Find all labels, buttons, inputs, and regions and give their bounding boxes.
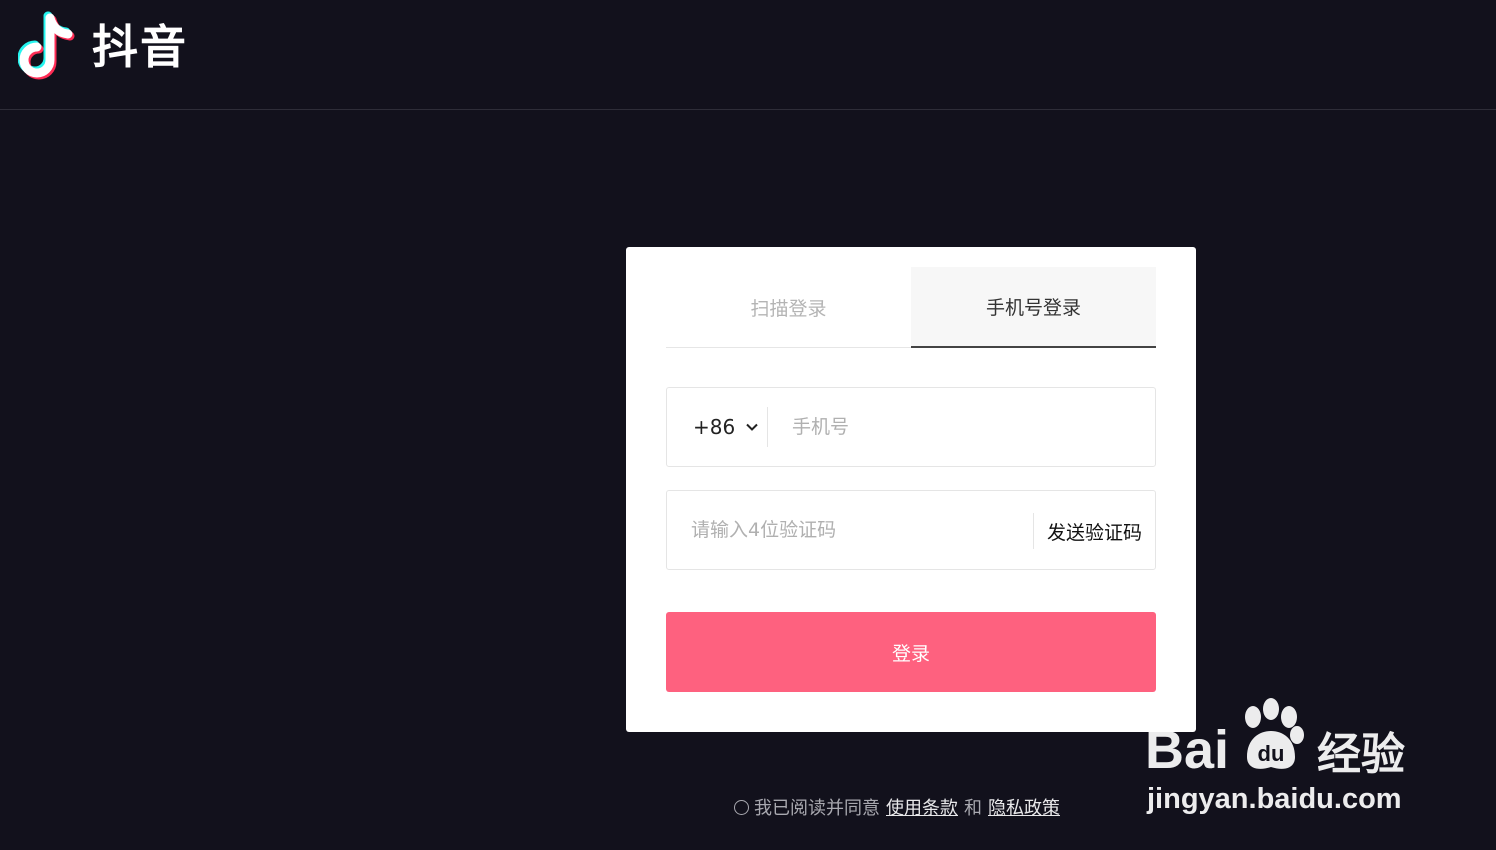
tab-scan-login[interactable]: 扫描登录	[666, 267, 911, 347]
login-button[interactable]: 登录	[666, 612, 1156, 692]
app-name: 抖音	[92, 20, 188, 74]
watermark-brand-suffix: 经验	[1317, 729, 1406, 780]
tab-phone-login[interactable]: 手机号登录	[911, 267, 1156, 348]
watermark-brand-text: Bai	[1145, 720, 1230, 780]
phone-field: +86	[666, 387, 1156, 467]
baidu-jingyan-watermark: Bai du 经验 jingyan.baidu.com	[1145, 688, 1425, 818]
privacy-link[interactable]: 隐私政策	[988, 794, 1060, 820]
agreement-text: 我已阅读并同意	[754, 798, 880, 819]
send-code-button[interactable]: 发送验证码	[1033, 513, 1155, 549]
top-bar: 抖音	[0, 0, 1496, 110]
login-card: 扫描登录 手机号登录 +86 发送验证码 登录	[626, 247, 1196, 732]
login-tabs: 扫描登录 手机号登录	[666, 267, 1156, 348]
country-code-value: +86	[693, 415, 736, 439]
chevron-down-icon	[746, 423, 758, 431]
watermark-url: jingyan.baidu.com	[1147, 783, 1402, 815]
baidu-paw-icon: du	[1245, 698, 1305, 769]
terms-link[interactable]: 使用条款	[886, 794, 958, 820]
svg-text:du: du	[1258, 741, 1285, 766]
verification-code-input[interactable]	[691, 519, 1031, 541]
watermark-brand: Bai du 经验	[1145, 698, 1406, 782]
phone-input[interactable]	[792, 416, 1132, 438]
douyin-note-icon	[18, 11, 75, 80]
verification-code-field: 发送验证码	[666, 490, 1156, 570]
agree-radio[interactable]	[734, 799, 749, 815]
app-logo[interactable]: 抖音	[18, 10, 188, 84]
agreement-conjunction: 和	[964, 798, 982, 819]
agreement-row: 我已阅读并同意 使用条款 和 隐私政策	[734, 794, 1066, 820]
country-code-select[interactable]: +86	[667, 407, 768, 447]
